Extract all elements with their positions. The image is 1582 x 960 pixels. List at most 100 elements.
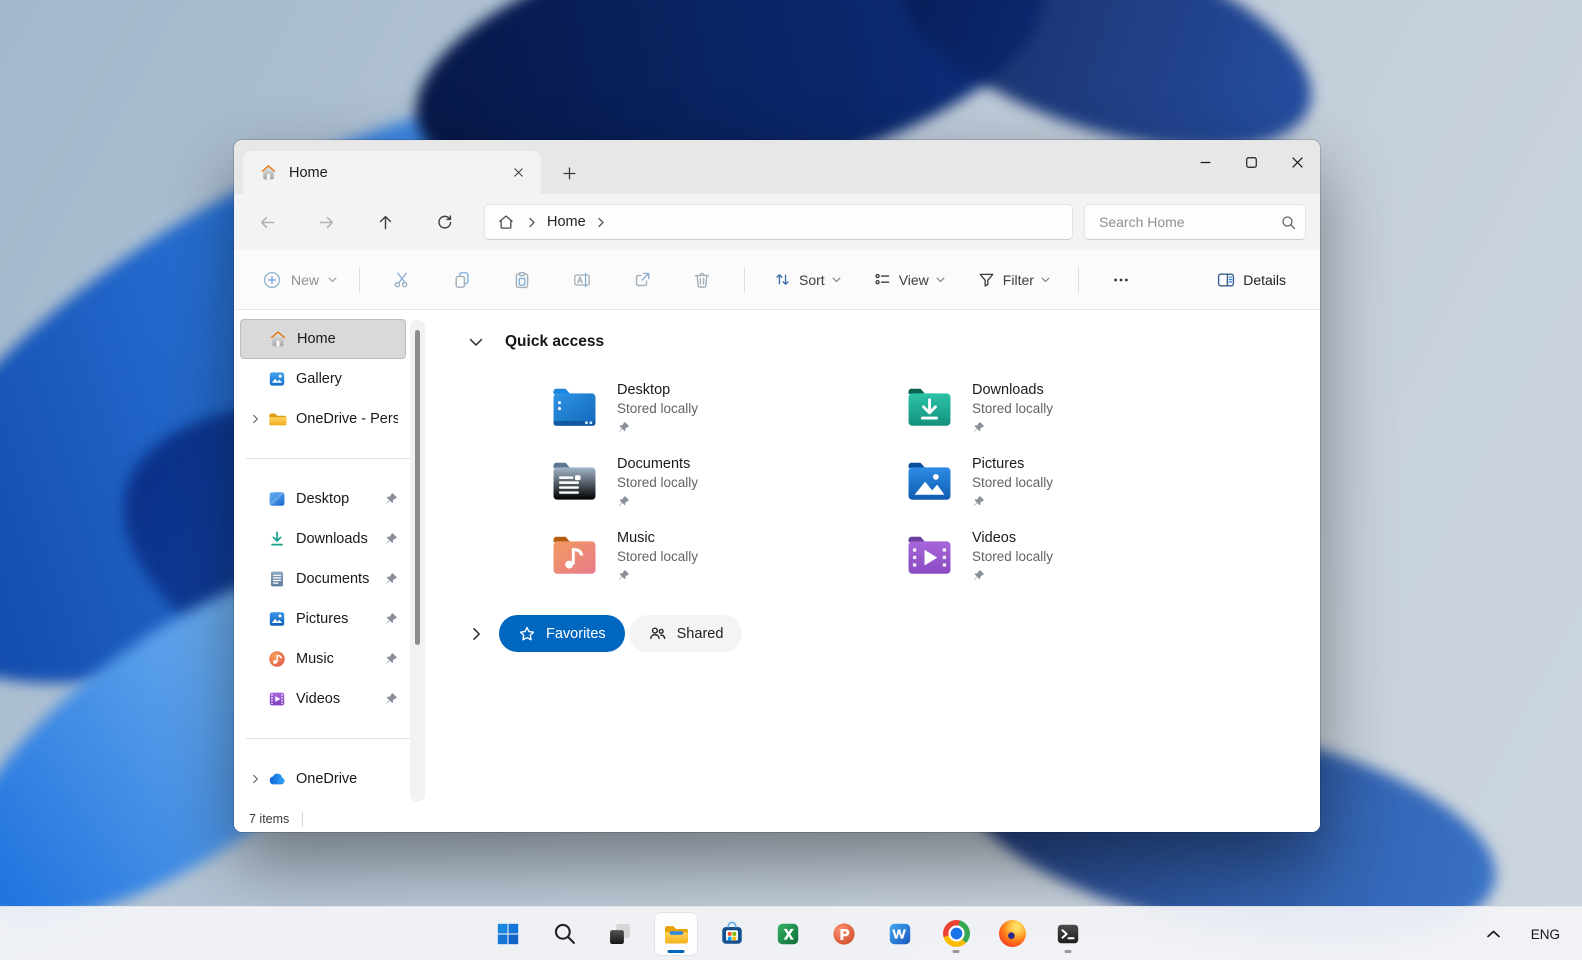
people-icon: [649, 627, 665, 640]
minimize-icon[interactable]: [1182, 140, 1228, 184]
terminal-icon[interactable]: [1047, 913, 1089, 955]
sidebar-item-desktop[interactable]: Desktop: [240, 479, 406, 519]
folder-desktop-icon: [548, 381, 601, 434]
sort-button[interactable]: Sort: [763, 263, 851, 296]
sidebar-scroll-thumb[interactable]: [415, 330, 420, 645]
breadcrumb-chevron-icon[interactable]: [596, 217, 606, 228]
sort-icon: [776, 274, 789, 285]
folder-item-pictures[interactable]: Pictures Stored locally: [903, 455, 1258, 508]
chevron-down-icon: [936, 277, 945, 282]
folder-item-music[interactable]: Music Stored locally: [548, 529, 903, 582]
sidebar-divider: [246, 738, 414, 739]
running-app-indicator: [952, 949, 960, 953]
quick-access-header[interactable]: Quick access: [468, 327, 1320, 357]
copy-icon[interactable]: [440, 261, 484, 299]
new-tab-icon[interactable]: [556, 160, 582, 186]
favorites-pill[interactable]: Favorites: [499, 615, 625, 652]
titlebar[interactable]: Home: [234, 140, 1320, 194]
maximize-icon[interactable]: [1228, 140, 1274, 184]
powerpoint-icon[interactable]: [823, 913, 865, 955]
breadcrumb-chevron-icon[interactable]: [527, 217, 537, 228]
gallery-icon: [266, 369, 287, 390]
search-icon[interactable]: [1280, 214, 1297, 231]
sidebar-item-label: Music: [296, 651, 334, 667]
tab-home[interactable]: Home: [243, 151, 541, 194]
folder-item-downloads[interactable]: Downloads Stored locally: [903, 381, 1258, 434]
sidebar-item-onedrive-personal[interactable]: OneDrive - Perso: [240, 399, 406, 439]
sidebar-item-onedrive[interactable]: OneDrive: [240, 759, 406, 799]
folder-item-videos[interactable]: Videos Stored locally: [903, 529, 1258, 582]
desktop-icon: [266, 489, 287, 510]
folder-item-documents[interactable]: Documents Stored locally: [548, 455, 903, 508]
active-app-indicator: [667, 949, 685, 953]
view-button[interactable]: View: [863, 263, 955, 296]
details-button[interactable]: Details: [1206, 263, 1296, 297]
firefox-icon[interactable]: [991, 913, 1033, 955]
quick-access-grid: Desktop Stored locally Downloads Stored …: [548, 381, 1320, 582]
share-icon[interactable]: [620, 261, 664, 299]
chrome-logo: [942, 920, 970, 947]
refresh-icon[interactable]: [425, 204, 463, 240]
sidebar-item-label: Desktop: [296, 491, 350, 507]
videos-icon: [266, 689, 287, 710]
address-bar[interactable]: Home: [484, 204, 1073, 240]
forward-icon[interactable]: [307, 204, 345, 240]
firefox-logo: [998, 920, 1026, 947]
filter-icon: [979, 273, 994, 287]
close-icon[interactable]: [1274, 140, 1320, 184]
word-icon[interactable]: [879, 913, 921, 955]
sidebar-item-documents[interactable]: Documents: [240, 559, 406, 599]
task-view-icon[interactable]: [599, 913, 641, 955]
pin-icon: [384, 532, 398, 546]
favorites-pill-label: Favorites: [546, 625, 606, 642]
sidebar-item-music[interactable]: Music: [240, 639, 406, 679]
item-count: 7 items: [249, 812, 290, 826]
folder-music-icon: [548, 529, 601, 582]
back-icon[interactable]: [248, 204, 286, 240]
status-bar: 7 items: [234, 806, 1320, 832]
sidebar-item-videos[interactable]: Videos: [240, 679, 406, 719]
chrome-icon[interactable]: [935, 913, 977, 955]
microsoft-store-icon[interactable]: [711, 913, 753, 955]
shared-pill[interactable]: Shared: [628, 615, 743, 652]
chevron-right-icon[interactable]: [468, 627, 484, 641]
folder-item-desktop[interactable]: Desktop Stored locally: [548, 381, 903, 434]
chevron-up-icon[interactable]: [1486, 929, 1501, 939]
new-button[interactable]: New: [252, 263, 347, 297]
delete-icon[interactable]: [680, 261, 724, 299]
folder-status: Stored locally: [617, 401, 699, 416]
chevron-right-icon[interactable]: [244, 774, 266, 784]
sidebar-item-gallery[interactable]: Gallery: [240, 359, 406, 399]
folder-manila-icon: [266, 409, 287, 430]
cut-icon[interactable]: [380, 261, 424, 299]
more-options-icon[interactable]: [1099, 261, 1143, 299]
search-input[interactable]: [1099, 214, 1280, 230]
sidebar-divider: [246, 458, 414, 459]
language-indicator[interactable]: ENG: [1531, 927, 1560, 942]
music-icon: [266, 649, 287, 670]
rename-icon[interactable]: [560, 261, 604, 299]
toolbar-separator: [1077, 266, 1079, 293]
breadcrumb-segment[interactable]: Home: [547, 214, 586, 230]
sidebar-item-downloads[interactable]: Downloads: [240, 519, 406, 559]
search-box[interactable]: [1084, 204, 1306, 240]
pin-icon: [617, 421, 698, 434]
search-taskbar-icon[interactable]: [543, 913, 585, 955]
start-button-icon[interactable]: [487, 913, 529, 955]
filter-button[interactable]: Filter: [967, 263, 1060, 296]
window-controls: [1182, 140, 1320, 186]
chevron-right-icon[interactable]: [244, 414, 266, 424]
chevron-down-icon[interactable]: [468, 336, 484, 348]
paste-icon[interactable]: [500, 261, 544, 299]
excel-icon[interactable]: [767, 913, 809, 955]
section-pills-row: Favorites Shared: [468, 615, 1320, 652]
pin-icon: [972, 495, 1053, 508]
file-explorer-taskbar-icon[interactable]: [655, 912, 697, 955]
sidebar-item-pictures[interactable]: Pictures: [240, 599, 406, 639]
pin-icon: [617, 569, 698, 582]
chevron-down-icon: [1041, 277, 1050, 282]
sidebar-item-home[interactable]: Home: [240, 319, 406, 359]
tab-close-icon[interactable]: [505, 160, 531, 186]
up-icon[interactable]: [366, 204, 404, 240]
breadcrumb-home-icon[interactable]: [497, 213, 515, 231]
